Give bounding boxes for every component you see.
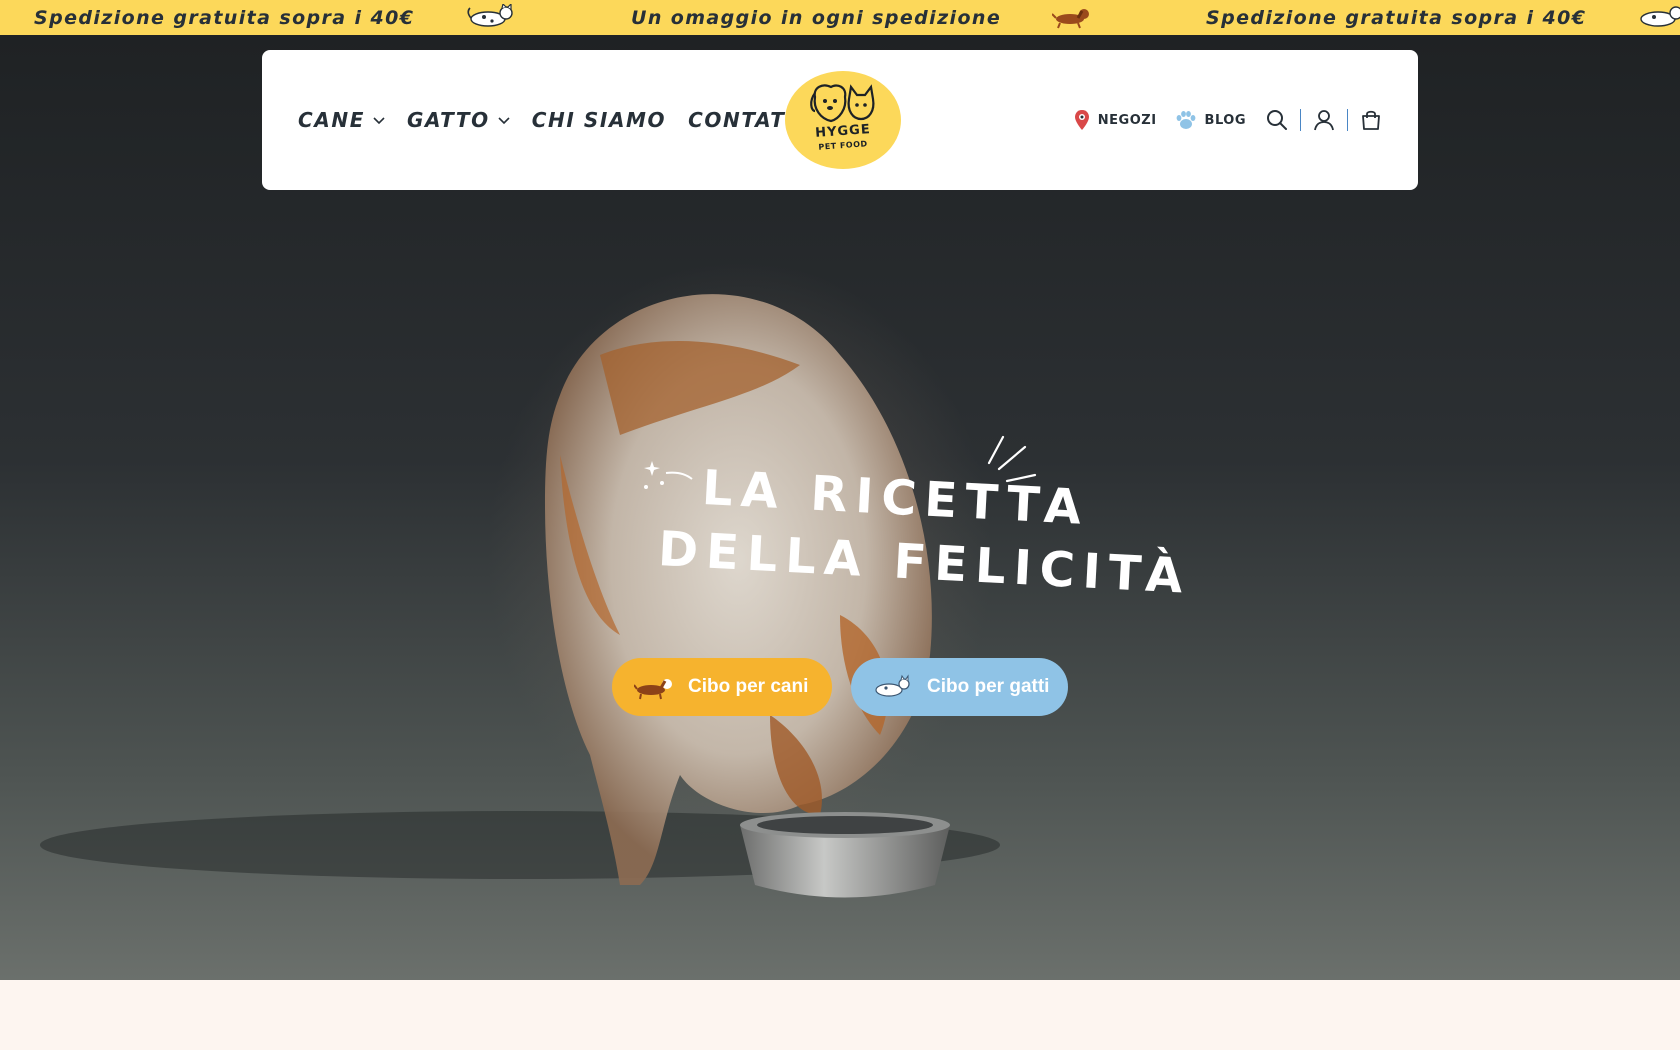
chevron-down-icon	[498, 117, 510, 125]
nav-item-label: CANE	[298, 108, 365, 132]
dog-icon	[634, 679, 672, 700]
announcement-message: Spedizione gratuita sopra i 40€	[34, 7, 415, 29]
shop-dog-food-button[interactable]: Cibo per cani	[612, 658, 832, 716]
cat-icon	[467, 4, 513, 27]
shop-cat-food-button[interactable]: Cibo per gatti	[851, 658, 1068, 716]
nav-item-chi-siamo[interactable]: CHI SIAMO	[532, 108, 666, 132]
cat-icon	[1640, 6, 1680, 27]
cart-button[interactable]	[1358, 107, 1384, 133]
header-actions: NEGOZI BLOG	[1074, 50, 1384, 190]
site-logo[interactable]: HYGGE PET FOOD	[785, 71, 901, 169]
blog-link-label: BLOG	[1204, 112, 1246, 128]
search-button[interactable]	[1264, 107, 1290, 133]
page-content-area	[0, 980, 1680, 1050]
stores-link-label: NEGOZI	[1097, 112, 1157, 128]
chevron-down-icon	[373, 117, 385, 125]
account-button[interactable]	[1311, 107, 1337, 133]
stores-link[interactable]: NEGOZI	[1074, 109, 1157, 131]
cart-icon	[1362, 110, 1380, 130]
nav-item-label: GATTO	[406, 108, 490, 132]
dog-cat-logo-icon	[810, 84, 875, 123]
hero-headline: LA RICETTA DELLA FELICITÀ	[640, 435, 1192, 605]
divider	[1347, 109, 1348, 131]
search-icon	[1267, 110, 1287, 130]
nav-item-gatto[interactable]: GATTO	[407, 108, 510, 132]
main-nav: CANE GATTO CHI SIAMO CONTATTI	[298, 50, 810, 190]
site-header: CANE GATTO CHI SIAMO CONTATTI HYGGE PET …	[262, 50, 1418, 190]
blog-link[interactable]: BLOG	[1175, 109, 1246, 131]
cat-icon	[875, 674, 910, 697]
sparkle-icon	[644, 461, 693, 489]
announcement-message: Un omaggio in ogni spedizione	[631, 7, 1002, 29]
nav-item-label: CHI SIAMO	[531, 108, 667, 132]
dog-icon	[1052, 9, 1089, 29]
paw-icon	[1176, 111, 1195, 129]
shop-cat-food-label: Cibo per gatti	[927, 676, 1050, 697]
announcement-bar: Spedizione gratuita sopra i 40€ Un omagg…	[0, 0, 1680, 35]
nav-item-cane[interactable]: CANE	[298, 108, 385, 132]
location-pin-icon	[1074, 110, 1089, 130]
announcement-message: Spedizione gratuita sopra i 40€	[1206, 7, 1587, 29]
account-icon	[1314, 110, 1334, 131]
shop-dog-food-label: Cibo per cani	[688, 676, 809, 697]
divider	[1300, 109, 1301, 131]
